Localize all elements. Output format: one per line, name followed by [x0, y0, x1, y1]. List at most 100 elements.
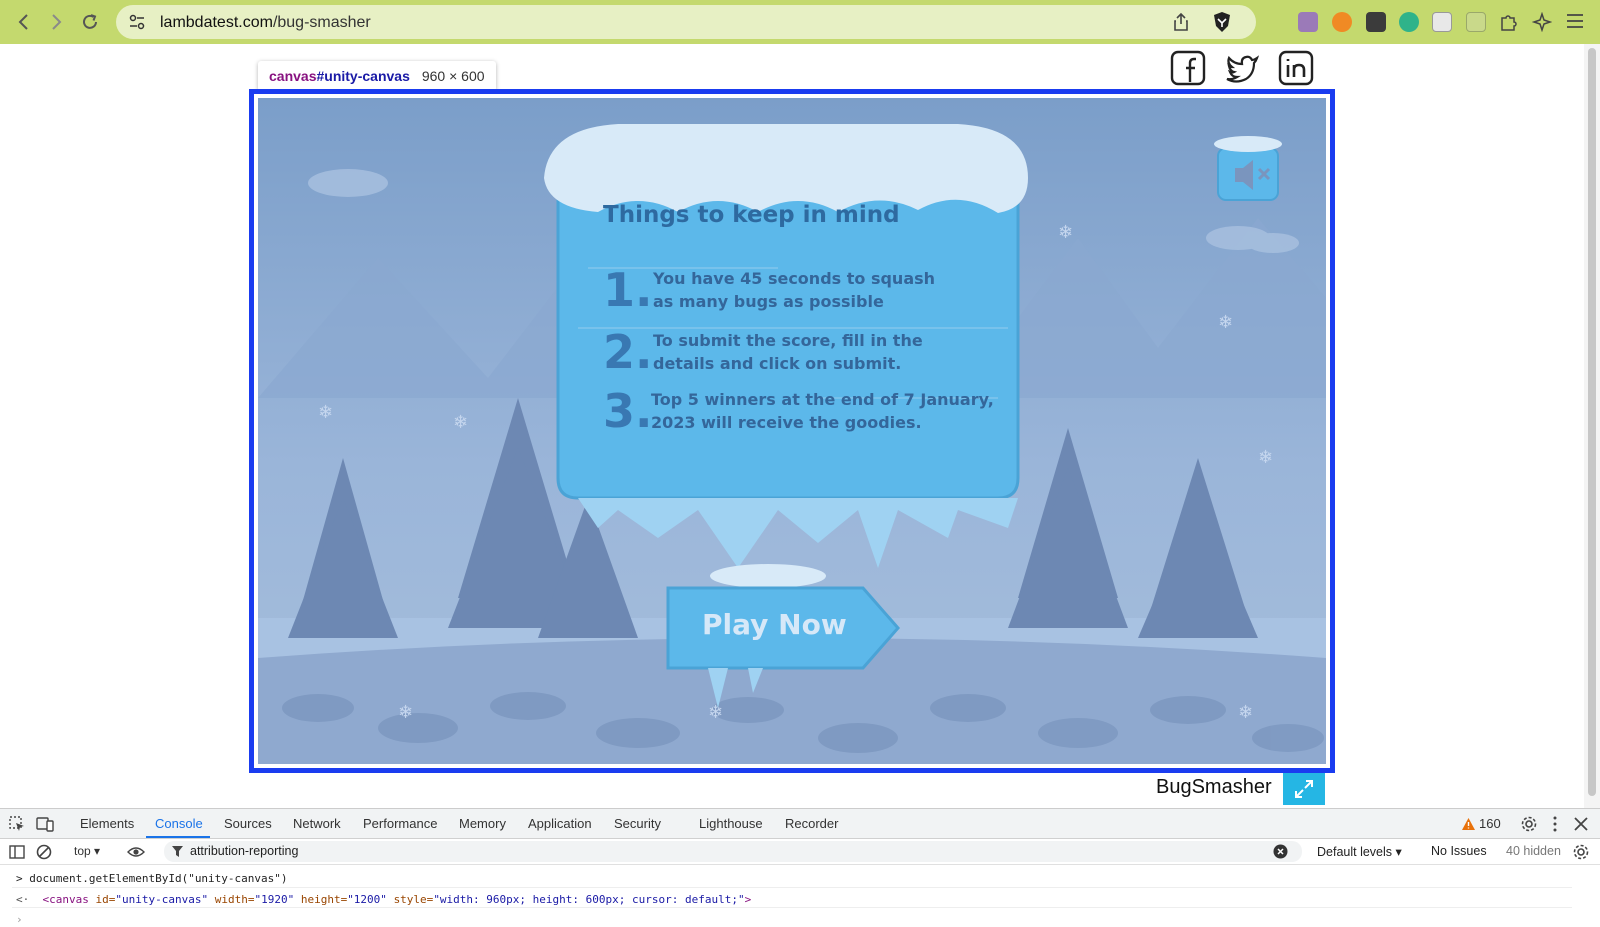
- issues-counter[interactable]: No Issues: [1431, 844, 1487, 858]
- console-prompt[interactable]: ›: [16, 913, 23, 926]
- reload-button[interactable]: [74, 6, 106, 38]
- output-value: "1920": [254, 893, 295, 906]
- share-icon[interactable]: [1172, 12, 1190, 32]
- return-arrow-icon: <·: [16, 893, 43, 906]
- rule-text-line: To submit the score, fill in the: [653, 331, 923, 350]
- eye-icon[interactable]: [127, 843, 145, 861]
- console-input-line[interactable]: > document.getElementById("unity-canvas"…: [16, 872, 288, 885]
- rule-item: 2. To submit the score, fill in the deta…: [603, 325, 1023, 385]
- rule-text-line: Top 5 winners at the end of 7 January,: [651, 390, 994, 409]
- tab-console[interactable]: Console: [155, 816, 203, 831]
- svg-text:❄: ❄: [1258, 447, 1273, 468]
- tab-security[interactable]: Security: [614, 816, 661, 831]
- svg-text:❄: ❄: [398, 702, 413, 723]
- console-output-line[interactable]: <· <canvas id="unity-canvas" width="1920…: [16, 893, 751, 906]
- rule-text: To submit the score, fill in the details…: [653, 329, 923, 375]
- warning-count: 160: [1479, 816, 1501, 831]
- extension-icon[interactable]: [1466, 12, 1486, 32]
- warning-counter[interactable]: 160: [1462, 816, 1501, 831]
- forward-button[interactable]: [40, 6, 72, 38]
- tab-recorder[interactable]: Recorder: [785, 816, 838, 831]
- extension-icon[interactable]: [1298, 12, 1318, 32]
- tab-memory[interactable]: Memory: [459, 816, 506, 831]
- hidden-count: 40 hidden: [1506, 844, 1561, 858]
- unity-game-canvas[interactable]: ❄ ❄ ❄ ❄ ❄ ❄ ❄ ❄ Things to keep in mind 1…: [258, 98, 1326, 764]
- console-divider: [12, 907, 1572, 908]
- close-icon[interactable]: [1572, 815, 1590, 833]
- tab-performance[interactable]: Performance: [363, 816, 437, 831]
- svg-text:❄: ❄: [318, 402, 333, 423]
- fullscreen-button[interactable]: [1283, 773, 1325, 805]
- rule-item: 3. Top 5 winners at the end of 7 January…: [603, 384, 1043, 444]
- canvas-highlight: ❄ ❄ ❄ ❄ ❄ ❄ ❄ ❄ Things to keep in mind 1…: [249, 89, 1335, 773]
- active-tab-indicator: [146, 836, 210, 838]
- tab-application[interactable]: Application: [528, 816, 592, 831]
- svg-text:❄: ❄: [708, 702, 723, 723]
- twitter-icon[interactable]: [1224, 50, 1260, 86]
- facebook-icon[interactable]: [1170, 50, 1206, 86]
- sparkle-icon[interactable]: [1532, 12, 1552, 32]
- clear-console-icon[interactable]: [35, 843, 53, 861]
- cursor-extension-icon[interactable]: [1432, 12, 1452, 32]
- rule-text-line: 2023 will receive the goodies.: [651, 413, 922, 432]
- tooltip-id: #unity-canvas: [316, 68, 410, 84]
- address-bar[interactable]: lambdatest.com/bug-smasher: [116, 5, 1256, 39]
- svg-text:❄: ❄: [1058, 222, 1073, 243]
- brave-shield-icon[interactable]: [1212, 11, 1232, 33]
- rule-number: 2.: [603, 325, 653, 379]
- svg-text:❄: ❄: [453, 412, 468, 433]
- console-toolbar: top ▾ attribution-reporting Default leve…: [0, 839, 1600, 865]
- clear-filter-icon[interactable]: [1273, 844, 1288, 859]
- linkedin-icon[interactable]: [1278, 50, 1314, 86]
- mute-button[interactable]: [1214, 136, 1282, 201]
- context-selector[interactable]: top ▾: [74, 844, 100, 858]
- svg-text:❄: ❄: [1218, 312, 1233, 333]
- warning-icon: [1462, 817, 1475, 830]
- puzzle-icon[interactable]: [1498, 12, 1518, 32]
- more-options-icon[interactable]: [1546, 815, 1564, 833]
- output-value: "unity-canvas": [115, 893, 209, 906]
- output-attr: id=: [95, 893, 116, 906]
- console-divider: [12, 887, 1572, 888]
- brand-label: BugSmasher: [1156, 776, 1272, 798]
- selenium-extension-icon[interactable]: [1366, 12, 1386, 32]
- tooltip-tag: canvas: [269, 68, 317, 84]
- rule-text-line: as many bugs as possible: [653, 292, 884, 311]
- console-filter-input[interactable]: attribution-reporting: [164, 841, 1302, 862]
- url-host: lambdatest.com: [160, 14, 273, 31]
- tab-lighthouse[interactable]: Lighthouse: [699, 816, 763, 831]
- play-now-label[interactable]: Play Now: [702, 608, 847, 641]
- rule-number: 1.: [603, 263, 653, 317]
- board-title: Things to keep in mind: [603, 202, 900, 228]
- rule-text: Top 5 winners at the end of 7 January, 2…: [651, 388, 994, 434]
- inspect-element-icon[interactable]: [8, 815, 26, 833]
- output-value: "width: 960px; height: 600px; cursor: de…: [433, 893, 745, 906]
- rule-text: You have 45 seconds to squash as many bu…: [653, 267, 935, 313]
- chevron-right-icon: [52, 14, 62, 30]
- rule-number: 3.: [603, 384, 653, 438]
- output-attr: height=: [300, 893, 348, 906]
- menu-icon[interactable]: [1566, 13, 1584, 29]
- rule-text-line: You have 45 seconds to squash: [653, 269, 936, 288]
- tab-network[interactable]: Network: [293, 816, 341, 831]
- console-command: document.getElementById("unity-canvas"): [29, 872, 288, 885]
- gear-icon[interactable]: [1520, 815, 1538, 833]
- sidebar-toggle-icon[interactable]: [8, 843, 26, 861]
- filter-value: attribution-reporting: [190, 844, 299, 858]
- url-path: /bug-smasher: [272, 14, 371, 31]
- rule-item: 1. You have 45 seconds to squash as many…: [603, 263, 1023, 323]
- back-button[interactable]: [8, 6, 40, 38]
- extension-icon[interactable]: [1399, 12, 1419, 32]
- device-toggle-icon[interactable]: [36, 815, 54, 833]
- svg-text:❄: ❄: [1238, 702, 1253, 723]
- expand-icon: [1295, 780, 1313, 798]
- tooltip-selector: canvas#unity-canvas: [269, 68, 410, 84]
- extension-icon[interactable]: [1332, 12, 1352, 32]
- console-settings-gear-icon[interactable]: [1572, 843, 1590, 861]
- site-settings-icon[interactable]: [128, 13, 146, 31]
- tab-elements[interactable]: Elements: [80, 816, 134, 831]
- log-levels-dropdown[interactable]: Default levels ▾: [1317, 844, 1402, 859]
- filter-icon: [172, 846, 183, 857]
- tab-sources[interactable]: Sources: [224, 816, 272, 831]
- scrollbar-thumb[interactable]: [1588, 48, 1596, 796]
